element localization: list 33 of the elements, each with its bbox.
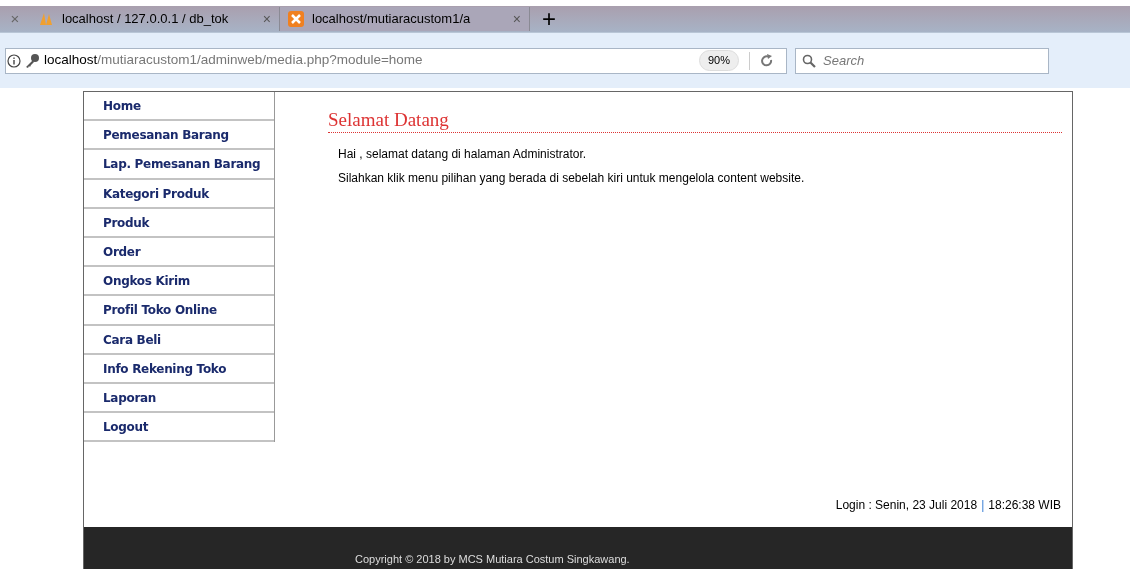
sidebar-item[interactable]: Ongkos Kirim — [84, 267, 274, 297]
sidebar-item[interactable]: Cara Beli — [84, 325, 274, 355]
key-icon — [24, 52, 40, 69]
address-bar[interactable]: localhost/mutiaracustom1/adminweb/media.php?module=home 90% — [5, 47, 787, 74]
login-time: 18:26:38 WIB — [988, 497, 1061, 514]
search-field[interactable]: Search — [795, 47, 1049, 74]
new-tab-button[interactable]: + — [542, 7, 556, 31]
sidebar-item[interactable]: Kategori Produk — [84, 179, 274, 209]
info-icon[interactable] — [7, 53, 21, 68]
welcome-text: Hai , selamat datang di halaman Administrator. — [338, 146, 588, 163]
zoom-badge[interactable]: 90% — [698, 50, 739, 71]
separator: | — [981, 497, 985, 514]
sidebar-item[interactable]: Lap. Pemesanan Barang — [84, 150, 274, 180]
reload-icon[interactable] — [760, 53, 774, 68]
sidebar-item[interactable]: Produk — [84, 208, 274, 238]
browser-tab[interactable]: localhost/mutiaracustom1/a × — [280, 7, 530, 31]
sidebar-item[interactable]: Home — [84, 92, 274, 122]
sidebar-item[interactable]: Logout — [84, 413, 274, 443]
welcome-text: Silahkan klik menu pilihan yang berada di sebelah kiri untuk mengelola content website. — [338, 170, 806, 187]
search-icon — [802, 53, 816, 68]
sidebar-item[interactable]: Pemesanan Barang — [84, 121, 274, 151]
sidebar-item[interactable]: Laporan — [84, 383, 274, 414]
login-date: Login : Senin, 23 Juli 2018 — [835, 497, 978, 514]
tab-title: localhost/mutiaracustom1/a — [312, 10, 472, 29]
url-text: localhost/mutiaracustom1/adminweb/media.php?module=home — [44, 51, 423, 70]
tab-title: localhost / 127.0.0.1 / db_tok — [62, 10, 230, 29]
page-heading: Selamat Datang — [328, 108, 1062, 133]
sail-logo-icon — [38, 11, 54, 27]
sidebar-item[interactable]: Order — [84, 237, 274, 268]
sidebar-item[interactable]: Info Rekening Toko — [84, 354, 274, 384]
copyright-text: Copyright © 2018 by MCS Mutiara Costum Singkawang. — [355, 552, 631, 567]
app-logo-icon — [288, 11, 304, 27]
sidebar-item[interactable]: Profil Toko Online — [84, 296, 274, 326]
